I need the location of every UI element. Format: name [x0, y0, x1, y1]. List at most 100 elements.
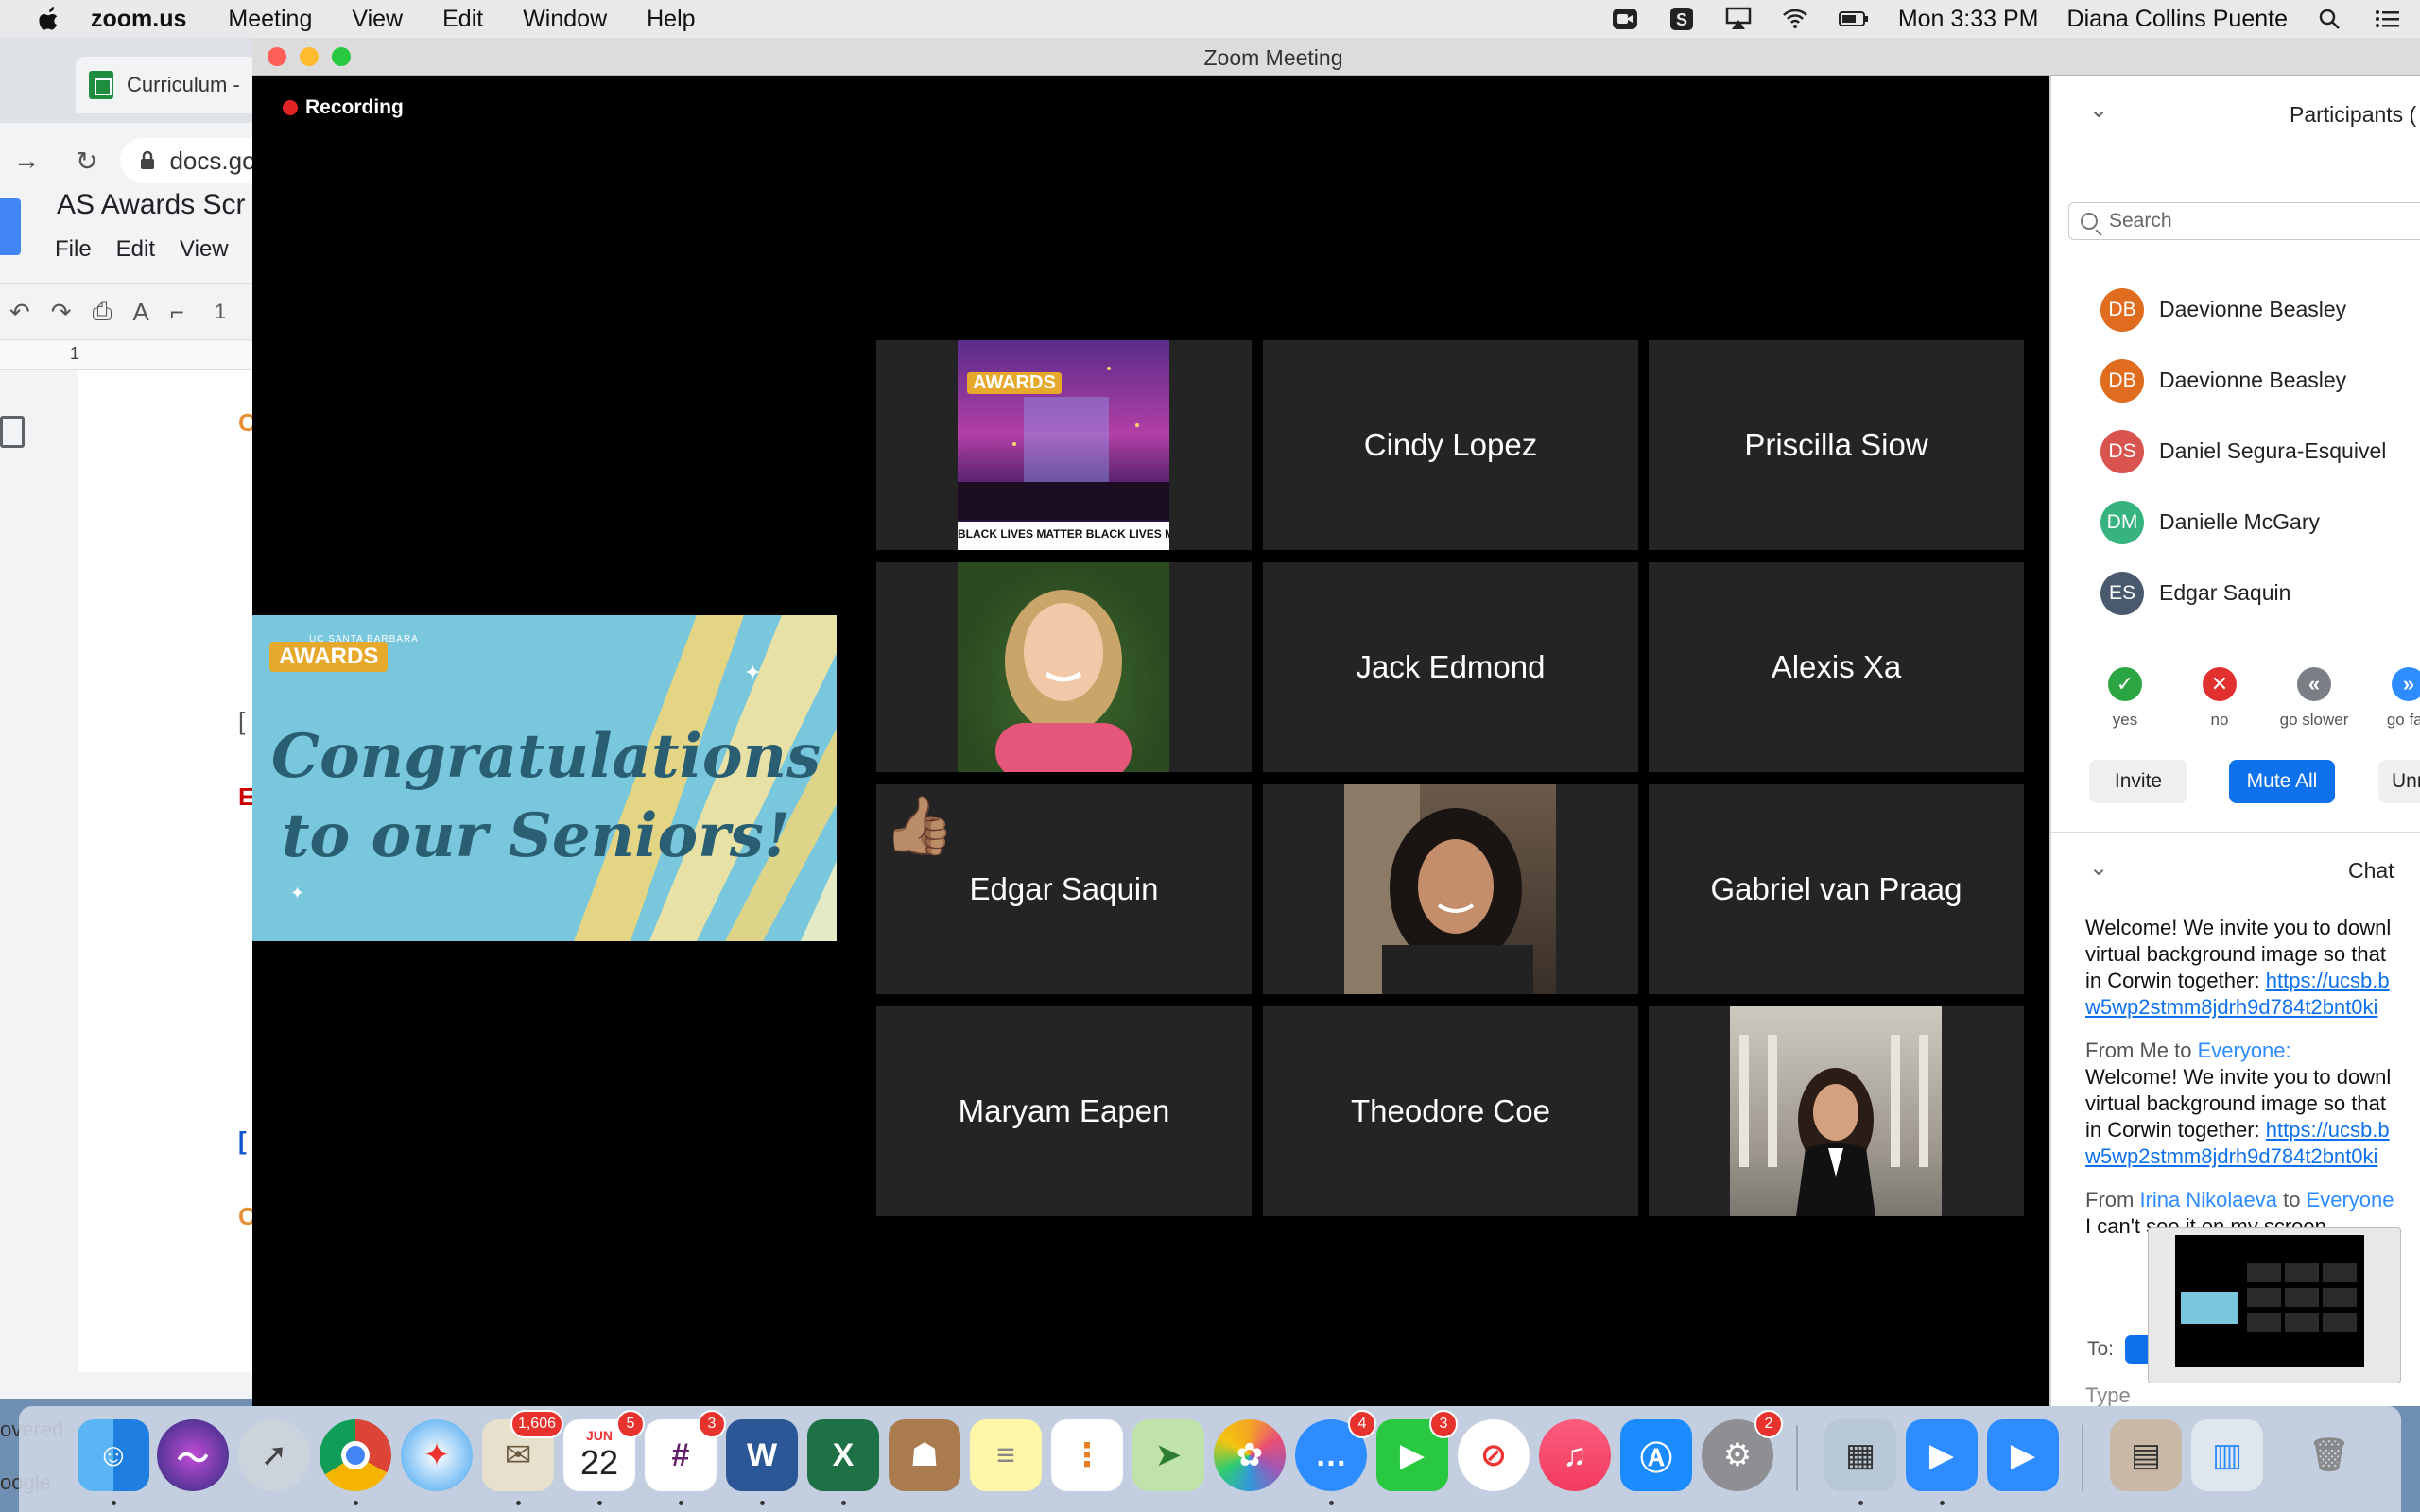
recording-indicator[interactable]: Recording	[283, 96, 404, 119]
menu-help[interactable]: Help	[647, 6, 695, 33]
apple-icon[interactable]	[34, 5, 62, 33]
thumbnail-preview	[2175, 1235, 2364, 1367]
feedback-no-button[interactable]: ✕ no	[2172, 662, 2267, 730]
video-tile-maryam-eapen[interactable]: Maryam Eapen	[876, 1006, 1252, 1216]
video-tile-priscilla-siow[interactable]: Priscilla Siow	[1649, 340, 2024, 550]
system-preferences-icon[interactable]: ⚙ 2	[1702, 1410, 1783, 1491]
menu-app-name[interactable]: zoom.us	[91, 6, 186, 33]
video-tile-awards[interactable]: AWARDS BLACK LIVES MATTER BLACK LIVES M	[876, 340, 1252, 550]
participant-row[interactable]: DS Daniel Segura-Esquivel	[2051, 416, 2420, 487]
calendar-icon[interactable]: JUN 22 5	[563, 1410, 645, 1491]
safari-icon[interactable]: ✦	[401, 1419, 473, 1491]
invite-button[interactable]: Invite	[2089, 760, 2187, 803]
participant-row[interactable]: DB Daevionne Beasley	[2051, 345, 2420, 416]
collapse-participants-chevron-icon[interactable]: ⌄	[2089, 96, 2108, 124]
participant-row-name: Edgar Saquin	[2159, 580, 2291, 605]
participant-row[interactable]: DM Danielle McGary	[2051, 487, 2420, 558]
spotlight-search-icon[interactable]	[2316, 7, 2344, 31]
chat-link[interactable]: https://ucsb.b	[2266, 1118, 2390, 1142]
doc-title[interactable]: AS Awards Scr	[57, 189, 246, 221]
chat-sender[interactable]: Irina Nikolaeva	[2139, 1188, 2277, 1211]
feedback-go-faster-button[interactable]: » go fas	[2361, 662, 2420, 730]
redo-icon[interactable]: ↷	[51, 298, 72, 327]
app-store-icon[interactable]: Ⓐ	[1620, 1419, 1692, 1491]
zoom-status-icon[interactable]	[1611, 7, 1639, 31]
menu-edit[interactable]: Edit	[442, 6, 483, 33]
url-text: docs.go	[169, 146, 256, 175]
video-tile-gabriel-van-praag[interactable]: Gabriel van Praag	[1649, 784, 2024, 994]
chat-recipient[interactable]: Everyone:	[2198, 1039, 2291, 1062]
video-tile-jack-edmond[interactable]: Jack Edmond	[1263, 562, 1638, 772]
menu-user[interactable]: Diana Collins Puente	[2067, 6, 2288, 33]
video-tile-theodore-coe[interactable]: Theodore Coe	[1263, 1006, 1638, 1216]
feedback-go-slower-button[interactable]: « go slower	[2267, 662, 2361, 730]
mail-icon[interactable]: ✉ 1,606	[482, 1410, 563, 1491]
zoom-app-icon[interactable]: ▶	[1906, 1419, 1978, 1491]
spellcheck-icon[interactable]: A	[132, 298, 148, 327]
unmute-all-button[interactable]: Unm	[2378, 760, 2420, 803]
video-tile-edgar-saquin[interactable]: 👍🏽 Edgar Saquin	[876, 784, 1252, 994]
outline-icon[interactable]	[0, 416, 25, 448]
music-icon[interactable]: ♫	[1539, 1419, 1611, 1491]
wifi-icon[interactable]	[1781, 7, 1809, 31]
docs-menu-edit[interactable]: Edit	[116, 236, 155, 263]
running-indicator	[597, 1501, 602, 1505]
maps-icon[interactable]: ➤	[1132, 1419, 1204, 1491]
contacts-icon[interactable]: ☗	[889, 1419, 960, 1491]
reload-icon[interactable]: ↻	[76, 146, 97, 177]
zoom-app-icon-2[interactable]: ▶	[1987, 1419, 2059, 1491]
facetime-icon[interactable]: ▶ 3	[1376, 1410, 1458, 1491]
video-tile-photo-building[interactable]	[1649, 1006, 2024, 1216]
participant-row[interactable]: ES Edgar Saquin	[2051, 558, 2420, 628]
docs-icon[interactable]	[0, 198, 21, 255]
undo-icon[interactable]: ↶	[9, 298, 30, 327]
chat-link[interactable]: https://ucsb.b	[2266, 969, 2390, 992]
video-tile-photo-selfie[interactable]	[1263, 784, 1638, 994]
s-status-icon[interactable]: S	[1668, 7, 1696, 31]
airplay-icon[interactable]	[1724, 7, 1753, 31]
menu-view[interactable]: View	[352, 6, 403, 33]
launchpad-icon[interactable]: ➚	[238, 1419, 310, 1491]
screenshot-thumbnail[interactable]	[2148, 1227, 2401, 1383]
menu-window[interactable]: Window	[523, 6, 607, 33]
paint-format-icon[interactable]: ⌐	[170, 298, 184, 327]
reminders-icon[interactable]: ⋮	[1051, 1419, 1123, 1491]
finder-icon[interactable]: ☺	[78, 1419, 149, 1491]
notification-center-icon[interactable]	[2373, 7, 2401, 31]
slack-icon[interactable]: #3	[645, 1410, 726, 1491]
excel-icon[interactable]: X	[807, 1419, 879, 1491]
mute-all-button[interactable]: Mute All	[2229, 760, 2335, 803]
preview-icon[interactable]: ▦	[1824, 1419, 1896, 1491]
collapse-chat-chevron-icon[interactable]: ⌄	[2089, 854, 2108, 882]
trash-icon[interactable]: 🗑	[2293, 1419, 2365, 1491]
docs-menu-file[interactable]: File	[55, 236, 92, 263]
news-icon[interactable]: ⊘	[1458, 1419, 1530, 1491]
menu-clock[interactable]: Mon 3:33 PM	[1898, 6, 2039, 33]
video-tile-cindy-lopez[interactable]: Cindy Lopez	[1263, 340, 1638, 550]
shared-screen[interactable]: ✦ ✦ UC SANTA BARBARA AWARDS Congratulati…	[252, 615, 837, 941]
chat-recipient[interactable]: Everyone	[2307, 1188, 2394, 1211]
battery-icon[interactable]	[1838, 7, 1870, 31]
photos-icon[interactable]: ✿	[1214, 1419, 1286, 1491]
participants-search-input[interactable]: Search	[2068, 202, 2420, 240]
video-tile-alexis-xa[interactable]: Alexis Xa	[1649, 562, 2024, 772]
forward-icon[interactable]: →	[13, 146, 40, 176]
chrome-icon[interactable]	[320, 1419, 391, 1491]
menu-meeting[interactable]: Meeting	[228, 6, 312, 33]
messages-icon[interactable]: … 4	[1295, 1410, 1376, 1491]
word-icon[interactable]: W	[726, 1419, 798, 1491]
documents-stack-icon[interactable]: ▥	[2191, 1419, 2263, 1491]
downloads-stack-icon[interactable]: ▤	[2110, 1419, 2182, 1491]
participant-row[interactable]: DB Daevionne Beasley	[2051, 274, 2420, 345]
chat-link[interactable]: w5wp2stmm8jdrh9d784t2bnt0ki	[2085, 1144, 2377, 1168]
docs-menu-view[interactable]: View	[180, 236, 229, 263]
chrome-url-bar: → ↻ docs.go	[0, 132, 284, 189]
siri-icon[interactable]: 〜	[157, 1419, 229, 1491]
print-icon[interactable]: ⎙	[93, 297, 112, 327]
feedback-yes-button[interactable]: ✓ yes	[2078, 662, 2172, 730]
video-tile-photo-woman[interactable]	[876, 562, 1252, 772]
chat-input[interactable]: Type	[2085, 1383, 2131, 1406]
notes-icon[interactable]: ≡	[970, 1419, 1042, 1491]
chat-link[interactable]: w5wp2stmm8jdrh9d784t2bnt0ki	[2085, 995, 2377, 1019]
zoom-value[interactable]: 1	[215, 300, 226, 324]
